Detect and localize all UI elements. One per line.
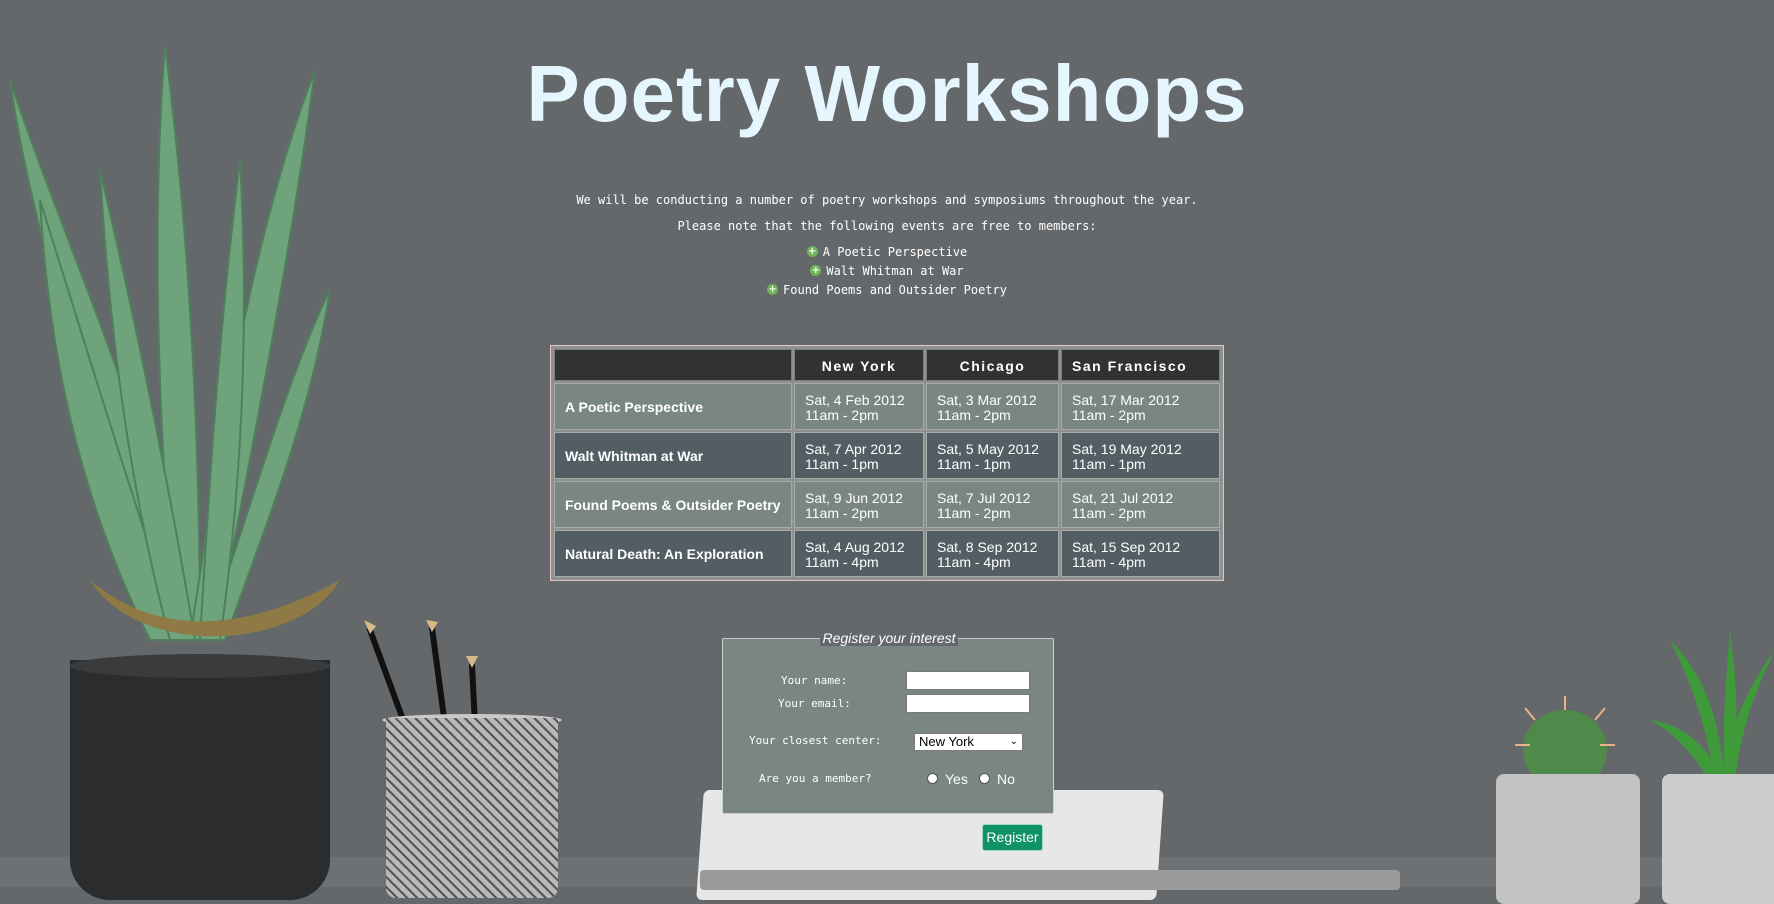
table-header-cell: San Francisco [1061, 349, 1220, 381]
member-yes-radio[interactable] [927, 773, 938, 784]
event-name-cell: Walt Whitman at War [554, 432, 792, 479]
date-text: Sat, 9 Jun 2012 [805, 489, 904, 506]
table-header-cell: Chicago [926, 349, 1059, 381]
list-item: + Walt Whitman at War [0, 264, 1774, 279]
intro-line: Please note that the following events ar… [677, 219, 1097, 233]
member-no-radio[interactable] [979, 773, 990, 784]
page-title: Poetry Workshops [526, 49, 1248, 138]
member-label: Are you a member? [759, 772, 872, 785]
event-name-cell: Natural Death: An Exploration [554, 530, 792, 577]
time-text: 11am - 2pm [937, 504, 1011, 521]
name-label: Your name: [781, 674, 848, 687]
time-text: 11am - 1pm [1072, 455, 1146, 472]
table-cell: Sat, 19 May 2012 11am - 1pm [1061, 432, 1220, 479]
time-text: 11am - 2pm [937, 406, 1011, 423]
plant-pot-image [70, 654, 330, 900]
table-cell: Sat, 21 Jul 2012 11am - 2pm [1061, 481, 1220, 528]
table-header-cell: New York [794, 349, 924, 381]
table-cell: Sat, 3 Mar 2012 11am - 2pm [926, 383, 1059, 430]
time-text: 11am - 2pm [805, 504, 879, 521]
intro-text: We will be conducting a number of poetry… [0, 193, 1774, 302]
schedule-table: New York Chicago San Francisco A Poetic … [552, 347, 1222, 579]
time-text: 11am - 4pm [937, 553, 1011, 570]
date-text: Sat, 15 Sep 2012 [1072, 538, 1181, 555]
list-item-label: A Poetic Perspective [822, 245, 968, 259]
free-events-list: + A Poetic Perspective + Walt Whitman at W… [0, 245, 1774, 298]
member-no-label[interactable]: No [997, 771, 1015, 787]
table-cell: Sat, 4 Aug 2012 11am - 4pm [794, 530, 924, 577]
table-row: Walt Whitman at War Sat, 7 Apr 2012 11am … [554, 432, 1220, 479]
date-text: Sat, 8 Sep 2012 [937, 538, 1038, 555]
chevron-down-icon: ⌄ [1009, 736, 1018, 747]
plus-circle-icon: + [767, 284, 779, 295]
date-text: Sat, 4 Feb 2012 [805, 391, 905, 408]
time-text: 11am - 4pm [805, 553, 879, 570]
time-text: 11am - 1pm [805, 455, 879, 472]
table-header-cell [554, 349, 792, 381]
table-cell: Sat, 8 Sep 2012 11am - 4pm [926, 530, 1059, 577]
event-name-cell: A Poetic Perspective [554, 383, 792, 430]
center-select[interactable]: New York ⌄ [914, 733, 1023, 751]
table-row: Found Poems & Outsider Poetry Sat, 9 Jun… [554, 481, 1220, 528]
register-button[interactable]: Register [982, 824, 1043, 851]
list-item-label: Found Poems and Outsider Poetry [783, 283, 1007, 297]
table-cell: Sat, 9 Jun 2012 11am - 2pm [794, 481, 924, 528]
plus-circle-icon: + [810, 265, 822, 276]
date-text: Sat, 3 Mar 2012 [937, 391, 1037, 408]
register-fieldset: Register your interest Your name: Your e… [722, 630, 1054, 814]
member-yes-label[interactable]: Yes [945, 771, 968, 787]
pencil-cup-image [386, 718, 558, 898]
succulent-pot-image [1662, 774, 1774, 904]
legend-text: Register your interest [820, 630, 958, 646]
date-text: Sat, 7 Jul 2012 [937, 489, 1031, 506]
table-cell: Sat, 15 Sep 2012 11am - 4pm [1061, 530, 1220, 577]
email-field[interactable] [906, 694, 1030, 713]
table-row: Natural Death: An Exploration Sat, 4 Aug… [554, 530, 1220, 577]
plus-circle-icon: + [806, 246, 818, 257]
date-text: Sat, 21 Jul 2012 [1072, 489, 1174, 506]
intro-line: We will be conducting a number of poetry… [576, 193, 1198, 207]
list-item: + A Poetic Perspective [0, 245, 1774, 260]
time-text: 11am - 1pm [937, 455, 1011, 472]
list-item: + Found Poems and Outsider Poetry [0, 283, 1774, 298]
list-item-label: Walt Whitman at War [826, 264, 964, 278]
register-legend: Register your interest [723, 630, 1055, 646]
schedule-table-frame: New York Chicago San Francisco A Poetic … [550, 345, 1224, 581]
center-select-value: New York [919, 734, 974, 749]
table-header-row: New York Chicago San Francisco [554, 349, 1220, 381]
date-text: Sat, 17 Mar 2012 [1072, 391, 1180, 408]
time-text: 11am - 4pm [1072, 553, 1146, 570]
center-label: Your closest center: [749, 734, 882, 747]
table-cell: Sat, 17 Mar 2012 11am - 2pm [1061, 383, 1220, 430]
event-name-cell: Found Poems & Outsider Poetry [554, 481, 792, 528]
date-text: Sat, 19 May 2012 [1072, 440, 1182, 457]
time-text: 11am - 2pm [805, 406, 879, 423]
time-text: 11am - 2pm [1072, 504, 1146, 521]
table-cell: Sat, 7 Jul 2012 11am - 2pm [926, 481, 1059, 528]
table-cell: Sat, 5 May 2012 11am - 1pm [926, 432, 1059, 479]
laptop-image [700, 870, 1400, 890]
table-row: A Poetic Perspective Sat, 4 Feb 2012 11am… [554, 383, 1220, 430]
table-cell: Sat, 7 Apr 2012 11am - 1pm [794, 432, 924, 479]
date-text: Sat, 7 Apr 2012 [805, 440, 902, 457]
succulent-image [1650, 630, 1774, 780]
table-cell: Sat, 4 Feb 2012 11am - 2pm [794, 383, 924, 430]
time-text: 11am - 2pm [1072, 406, 1146, 423]
date-text: Sat, 4 Aug 2012 [805, 538, 905, 555]
cactus-pot-image [1496, 774, 1640, 904]
date-text: Sat, 5 May 2012 [937, 440, 1039, 457]
email-label: Your email: [778, 697, 851, 710]
name-field[interactable] [906, 671, 1030, 690]
